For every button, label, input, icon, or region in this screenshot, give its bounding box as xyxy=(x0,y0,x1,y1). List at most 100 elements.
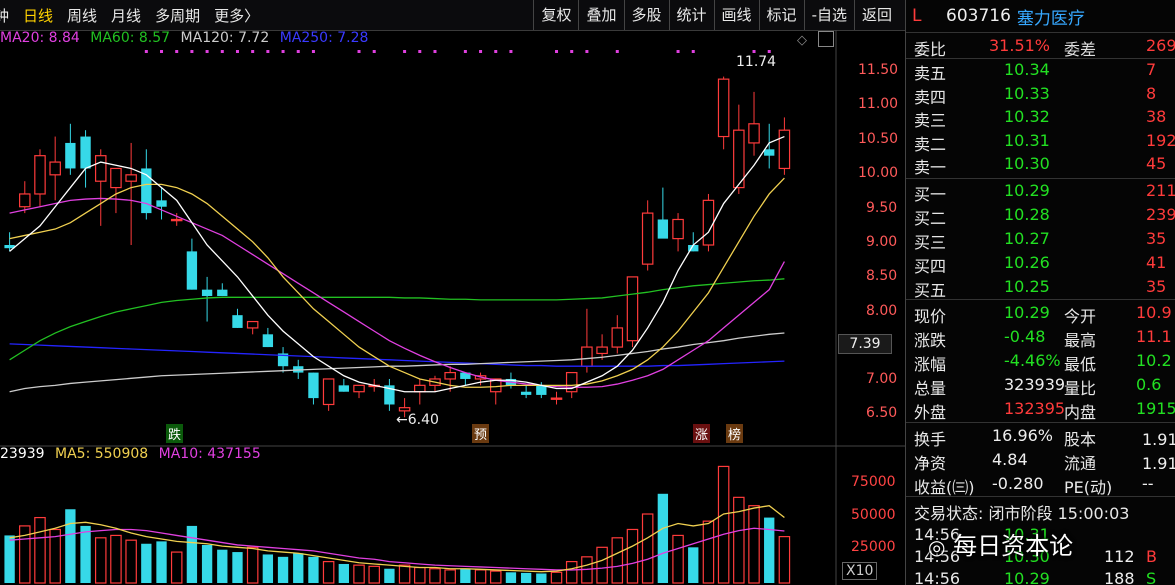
candle[interactable] xyxy=(201,289,213,297)
ask-price[interactable]: 10.30 xyxy=(1004,154,1050,173)
volume-bar[interactable] xyxy=(353,564,365,584)
tab-multi-period[interactable]: 多周期 xyxy=(155,5,200,26)
volume-bar[interactable] xyxy=(717,465,730,584)
candle[interactable] xyxy=(641,212,654,265)
volume-bar[interactable] xyxy=(4,535,15,583)
volume-bar[interactable] xyxy=(611,537,624,584)
draw-line-button[interactable]: 画线 xyxy=(713,0,759,30)
ask-price[interactable]: 10.33 xyxy=(1004,84,1050,103)
volume-bar[interactable] xyxy=(384,568,395,583)
volume-bar[interactable] xyxy=(414,566,426,584)
volume-bar[interactable] xyxy=(398,564,411,584)
candle[interactable] xyxy=(110,167,122,189)
candle[interactable] xyxy=(262,334,274,348)
candle[interactable] xyxy=(125,174,137,182)
bid-price[interactable]: 10.27 xyxy=(1004,229,1050,248)
volume-bar[interactable] xyxy=(626,528,639,584)
candle[interactable] xyxy=(581,346,593,367)
volume-bar[interactable] xyxy=(520,572,532,583)
overlay-button[interactable]: 叠加 xyxy=(578,0,623,30)
volume-bar[interactable] xyxy=(277,556,289,583)
candle[interactable] xyxy=(398,407,411,412)
volume-bar[interactable] xyxy=(34,516,46,584)
candle[interactable] xyxy=(94,155,107,182)
tab-weekly[interactable]: 周线 xyxy=(67,5,97,26)
candle[interactable] xyxy=(702,199,715,246)
ask-price[interactable]: 10.34 xyxy=(1004,60,1050,79)
volume-bar[interactable] xyxy=(322,560,335,584)
volume-bar[interactable] xyxy=(368,565,380,584)
candle[interactable] xyxy=(778,129,791,170)
volume-bar[interactable] xyxy=(338,563,349,583)
window-toggle-icon[interactable] xyxy=(818,31,834,47)
candle[interactable] xyxy=(338,385,349,392)
candle[interactable] xyxy=(246,320,259,329)
candle[interactable] xyxy=(170,218,183,222)
bid-price[interactable]: 10.25 xyxy=(1004,277,1050,296)
volume-bar[interactable] xyxy=(764,517,775,583)
volume-bar[interactable] xyxy=(170,551,183,584)
candle[interactable] xyxy=(80,136,91,169)
volume-bar[interactable] xyxy=(232,552,243,583)
candle[interactable] xyxy=(748,123,760,144)
volume-bar[interactable] xyxy=(80,525,91,583)
volume-bar[interactable] xyxy=(688,547,699,583)
volume-bar[interactable] xyxy=(505,572,517,583)
volume-bar[interactable] xyxy=(460,568,471,583)
volume-bar[interactable] xyxy=(657,493,669,583)
marker-list[interactable]: 榜 xyxy=(726,424,744,443)
tab-minute[interactable]: 钟 xyxy=(0,5,9,26)
volume-bar[interactable] xyxy=(596,546,608,584)
candle[interactable] xyxy=(232,315,243,328)
volume-bar[interactable] xyxy=(702,520,715,584)
candle[interactable] xyxy=(19,193,31,208)
volume-bar[interactable] xyxy=(429,568,441,584)
candle[interactable] xyxy=(764,149,775,156)
candle[interactable] xyxy=(49,161,61,176)
candle[interactable] xyxy=(611,327,624,348)
candle[interactable] xyxy=(353,384,365,393)
marker-fall[interactable]: 跌 xyxy=(166,424,184,443)
candle[interactable] xyxy=(217,289,228,297)
volume-bar[interactable] xyxy=(186,525,198,583)
tab-daily[interactable]: 日线 xyxy=(23,5,53,26)
candle[interactable] xyxy=(444,371,456,380)
marker-forecast[interactable]: 预 xyxy=(472,424,490,443)
bid-price[interactable]: 10.28 xyxy=(1004,205,1050,224)
restore-rights-button[interactable]: 复权 xyxy=(533,0,578,30)
volume-bar[interactable] xyxy=(536,573,547,583)
volume-bar[interactable] xyxy=(474,569,487,584)
ask-price[interactable]: 10.32 xyxy=(1004,107,1050,126)
candle[interactable] xyxy=(414,384,426,393)
volume-bar[interactable] xyxy=(125,539,137,584)
mark-button[interactable]: 标记 xyxy=(758,0,804,30)
candle[interactable] xyxy=(550,397,563,400)
candle[interactable] xyxy=(156,200,167,207)
candle[interactable] xyxy=(672,218,684,240)
volume-bar[interactable] xyxy=(672,534,684,584)
candle[interactable] xyxy=(65,142,76,169)
kline-chart[interactable] xyxy=(0,30,905,585)
volume-bar[interactable] xyxy=(308,556,319,583)
candle[interactable] xyxy=(322,378,335,406)
volume-bar[interactable] xyxy=(110,534,122,584)
volume-bar[interactable] xyxy=(246,546,259,584)
volume-bar[interactable] xyxy=(641,513,654,584)
volume-bar[interactable] xyxy=(293,553,304,583)
volume-bar[interactable] xyxy=(444,569,456,584)
back-button[interactable]: 返回 xyxy=(853,0,899,30)
volume-bar[interactable] xyxy=(156,541,167,583)
volume-bar[interactable] xyxy=(201,544,213,583)
volume-bar[interactable] xyxy=(141,543,152,583)
volume-bar[interactable] xyxy=(262,554,274,583)
candle[interactable] xyxy=(186,251,198,290)
volume-bar[interactable] xyxy=(217,549,228,583)
candle[interactable] xyxy=(34,155,46,195)
volume-bar[interactable] xyxy=(94,537,107,584)
volume-bar[interactable] xyxy=(778,536,791,584)
candle[interactable] xyxy=(596,346,608,355)
candle[interactable] xyxy=(717,78,730,138)
volume-bar[interactable] xyxy=(565,560,578,584)
tab-more[interactable]: 更多〉 xyxy=(214,5,259,26)
multi-stock-button[interactable]: 多股 xyxy=(623,0,669,30)
